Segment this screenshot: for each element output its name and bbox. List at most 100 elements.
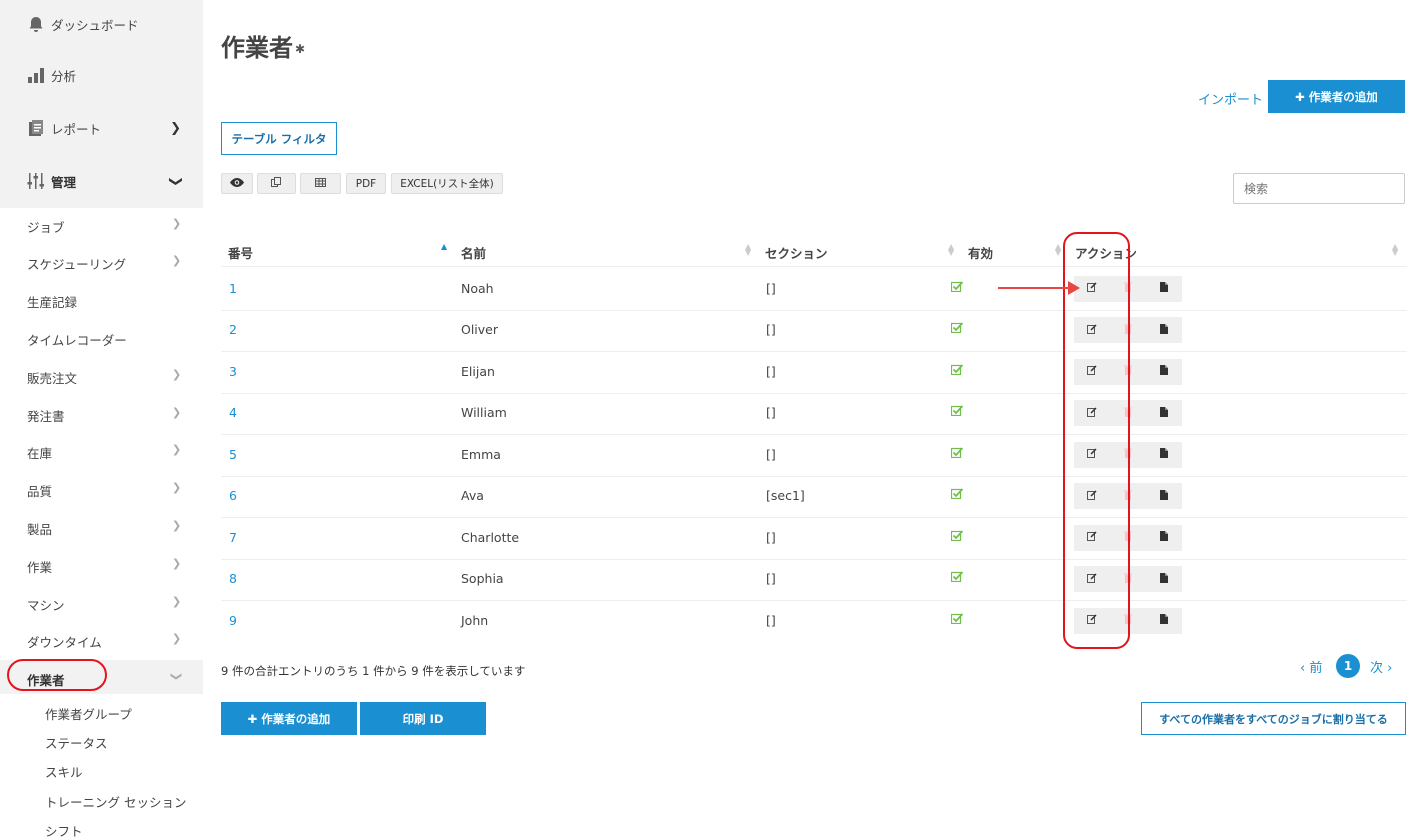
column-header-active[interactable]: 有効	[968, 243, 993, 262]
chevron-right-icon: ❯	[172, 254, 182, 267]
check-square-icon	[950, 364, 964, 378]
sidebar-item-label: スケジューリング	[27, 257, 127, 272]
column-visibility-button[interactable]	[221, 173, 253, 194]
row-section: [sec1]	[766, 488, 805, 504]
sidebar-item-sales-orders[interactable]: 販売注文 ❯	[27, 368, 181, 387]
sidebar-item-time-recorder[interactable]: タイムレコーダー	[27, 330, 127, 349]
import-link[interactable]: インポート	[1198, 89, 1263, 108]
copy-icon	[271, 176, 282, 191]
sidebar-item-quality[interactable]: 品質 ❯	[27, 481, 181, 500]
sidebar-item-label: 発注書	[27, 409, 65, 424]
sidebar-item-label: タイムレコーダー	[27, 333, 127, 348]
row-name: Sophia	[461, 571, 504, 587]
details-button[interactable]	[1146, 317, 1182, 344]
column-header-number[interactable]: 番号	[228, 243, 253, 262]
row-id-link[interactable]: 8	[229, 571, 237, 586]
page-title-text: 作業者	[221, 34, 293, 62]
document-icon	[1160, 448, 1168, 461]
details-button[interactable]	[1146, 524, 1182, 551]
row-id-link[interactable]: 3	[229, 364, 237, 379]
column-header-section[interactable]: セクション	[765, 243, 828, 262]
row-id-link[interactable]: 4	[229, 405, 237, 420]
check-square-icon	[950, 447, 964, 461]
details-button[interactable]	[1146, 275, 1182, 302]
sidebar-item-purchase-orders[interactable]: 発注書 ❯	[27, 406, 181, 425]
row-id-link[interactable]: 9	[229, 613, 237, 628]
row-section: []	[766, 363, 776, 379]
sidebar-item-jobs[interactable]: ジョブ ❯	[27, 217, 181, 236]
details-button[interactable]	[1146, 358, 1182, 385]
chevron-right-icon: ❯	[172, 443, 182, 456]
chevron-right-icon: ❯	[172, 519, 182, 532]
row-id-link[interactable]: 6	[229, 488, 237, 503]
row-id-link[interactable]: 7	[229, 530, 237, 545]
print-id-button[interactable]: 印刷 ID	[360, 702, 486, 735]
sidebar-subitem-training-sessions[interactable]: トレーニング セッション	[45, 792, 186, 811]
check-square-icon	[950, 405, 964, 419]
pagination-prev[interactable]: ‹ 前	[1300, 657, 1322, 676]
sort-icon[interactable]: ▲ ▼	[745, 243, 751, 257]
sidebar-item-production-records[interactable]: 生産記録	[27, 292, 77, 311]
pdf-button[interactable]: PDF	[346, 173, 386, 194]
sidebar-top-group: ダッシュボード 分析 レポート ❯ 管理 ❯	[0, 0, 203, 208]
check-square-icon	[950, 322, 964, 336]
header-divider	[221, 266, 1407, 267]
details-button[interactable]	[1146, 483, 1182, 510]
sort-asc-icon[interactable]: ▲	[441, 243, 447, 251]
row-name: Oliver	[461, 322, 499, 338]
row-id-link[interactable]: 2	[229, 322, 237, 337]
chevron-right-icon: ❯	[172, 557, 182, 570]
highlight-oval-annotation	[7, 659, 107, 691]
bell-icon	[27, 15, 45, 33]
excel-button[interactable]: EXCEL(リスト全体)	[391, 173, 503, 194]
sidebar-item-analytics[interactable]: 分析	[0, 48, 203, 102]
details-button[interactable]	[1146, 607, 1182, 634]
details-button[interactable]	[1146, 441, 1182, 468]
sidebar-item-reports[interactable]: レポート ❯	[0, 102, 203, 154]
chevron-down-icon: ❯	[170, 671, 184, 682]
chevron-right-icon: ❯	[172, 632, 182, 645]
sidebar-item-dashboard[interactable]: ダッシュボード	[0, 0, 203, 48]
sidebar-item-label: レポート	[51, 121, 102, 137]
search-input[interactable]	[1233, 173, 1405, 204]
pagination-next[interactable]: 次 ›	[1370, 657, 1392, 676]
row-name: Emma	[461, 446, 501, 462]
page-title: 作業者 ✱	[221, 28, 305, 63]
csv-button[interactable]	[300, 173, 341, 194]
add-worker-button-top[interactable]: ✚ 作業者の追加	[1268, 80, 1405, 113]
chevron-right-icon: ❯	[172, 406, 182, 419]
sidebar-subitem-status[interactable]: ステータス	[45, 733, 108, 752]
gear-icon[interactable]: ✱	[295, 42, 305, 56]
assign-all-button[interactable]: すべての作業者をすべてのジョブに割り当てる	[1141, 702, 1406, 735]
sidebar-subitem-worker-groups[interactable]: 作業者グループ	[45, 704, 132, 723]
row-id-link[interactable]: 5	[229, 447, 237, 462]
sidebar-item-downtime[interactable]: ダウンタイム ❯	[27, 632, 181, 651]
sidebar-item-inventory[interactable]: 在庫 ❯	[27, 443, 181, 462]
sidebar-item-operations[interactable]: 作業 ❯	[27, 557, 181, 576]
report-icon	[27, 119, 45, 137]
table-filter-button[interactable]: テーブル フィルタ	[221, 122, 337, 155]
check-square-icon	[950, 530, 964, 544]
sidebar-item-products[interactable]: 製品 ❯	[27, 519, 181, 538]
document-icon	[1160, 531, 1168, 544]
check-square-icon	[950, 613, 964, 627]
table-icon	[315, 177, 326, 190]
sidebar-item-machines[interactable]: マシン ❯	[27, 595, 181, 614]
sidebar-subitem-shifts[interactable]: シフト	[45, 821, 83, 840]
sidebar-item-scheduling[interactable]: スケジューリング ❯	[27, 254, 181, 273]
sort-icon[interactable]: ▲ ▼	[1055, 243, 1061, 257]
column-header-name[interactable]: 名前	[461, 243, 486, 262]
copy-button[interactable]	[257, 173, 296, 194]
sidebar-subitem-skills[interactable]: スキル	[45, 762, 83, 781]
row-section: []	[766, 571, 776, 587]
details-button[interactable]	[1146, 400, 1182, 427]
eye-icon	[230, 177, 244, 190]
row-id-link[interactable]: 1	[229, 281, 237, 296]
details-button[interactable]	[1146, 566, 1182, 593]
chevron-right-icon: ❯	[172, 217, 182, 230]
sort-icon[interactable]: ▲ ▼	[948, 243, 954, 257]
sidebar-item-admin[interactable]: 管理 ❯	[0, 154, 203, 208]
add-worker-button-bottom[interactable]: ✚ 作業者の追加	[221, 702, 357, 735]
pagination-current[interactable]: 1	[1336, 654, 1360, 678]
sort-icon[interactable]: ▲ ▼	[1392, 243, 1398, 257]
